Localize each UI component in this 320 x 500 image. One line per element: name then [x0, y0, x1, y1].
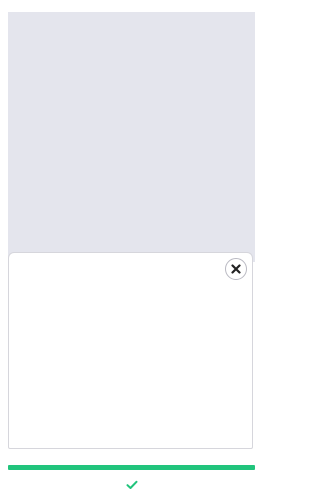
checkmark-icon — [126, 480, 138, 489]
close-button[interactable] — [225, 258, 247, 280]
bottom-sheet — [8, 252, 253, 449]
progress-bar — [8, 465, 255, 470]
preview-area — [8, 12, 255, 262]
close-icon — [231, 264, 241, 274]
app-screen — [0, 0, 266, 500]
progress-fill — [8, 465, 255, 470]
confirm-button[interactable] — [118, 476, 146, 494]
